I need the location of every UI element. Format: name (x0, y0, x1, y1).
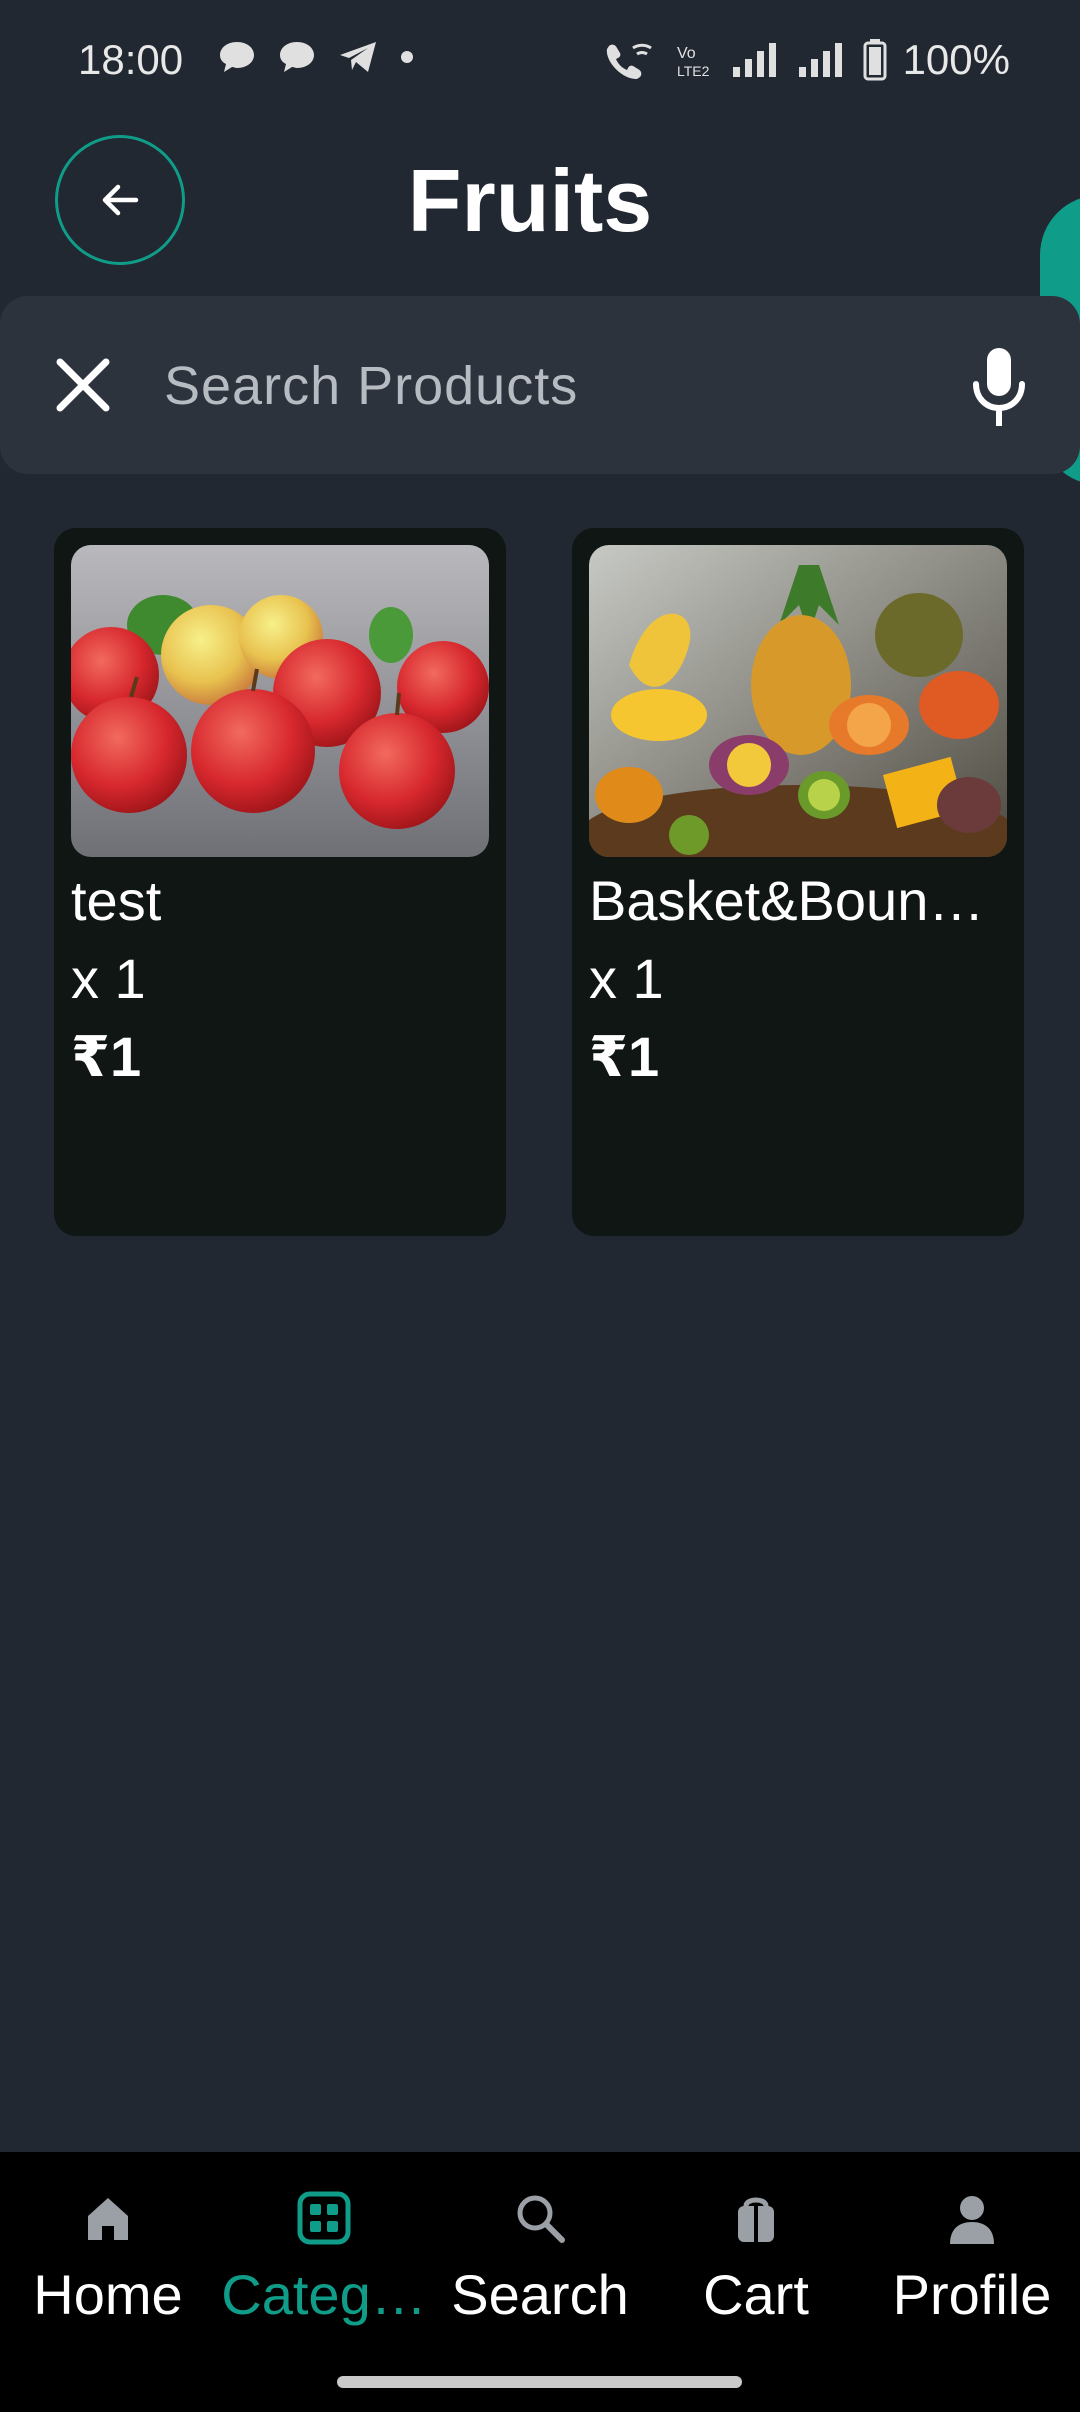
chat-icon (220, 42, 254, 72)
search-input[interactable] (162, 344, 926, 428)
battery-percent: 100% (902, 36, 1010, 83)
nav-label: Categ… (221, 2263, 427, 2326)
product-quantity: x 1 (589, 947, 664, 1010)
notification-icons (218, 40, 414, 74)
signal-icon (798, 43, 842, 77)
nav-label: Home (33, 2263, 183, 2326)
volte-icon: VoLTE2 (677, 45, 710, 79)
search-bar (0, 296, 1080, 474)
product-card[interactable]: Basket&Boun… x 1 ₹1 (572, 528, 1024, 1236)
status-time: 18:00 (78, 36, 184, 83)
product-price: ₹1 (589, 1025, 660, 1088)
product-price: ₹1 (71, 1025, 142, 1088)
home-icon (88, 2198, 128, 2240)
telegram-icon (340, 42, 376, 72)
product-quantity: x 1 (71, 947, 146, 1010)
home-indicator[interactable] (337, 2376, 742, 2388)
page-title: Fruits (407, 151, 653, 250)
product-card[interactable]: test x 1 ₹1 (54, 528, 506, 1236)
product-image-tropical-fruits (589, 545, 1007, 857)
nav-item-search[interactable]: Search (432, 2188, 648, 2327)
nav-label: Search (451, 2263, 629, 2326)
nav-item-profile[interactable]: Profile (864, 2188, 1080, 2327)
nav-item-cart[interactable]: Cart (648, 2188, 864, 2327)
bottom-navigation: Home Categ… Search Cart Profile (0, 2152, 1080, 2412)
battery-icon (863, 39, 887, 81)
nav-item-home[interactable]: Home (0, 2188, 216, 2327)
chat-icon (280, 42, 314, 72)
product-image-apples (71, 545, 489, 857)
nav-label: Profile (892, 2263, 1052, 2326)
search-icon (517, 2195, 565, 2243)
product-grid: test x 1 ₹1 Basket&Boun… x 1 ₹1 (54, 528, 1024, 1236)
svg-text:LTE2: LTE2 (677, 63, 710, 79)
product-name: test (71, 869, 162, 932)
profile-icon (950, 2196, 994, 2244)
product-name: Basket&Boun… (589, 869, 985, 932)
microphone-icon[interactable] (968, 344, 1030, 434)
nav-label: Cart (703, 2263, 809, 2326)
dot-icon (401, 51, 413, 63)
signal-icon (732, 43, 776, 77)
close-icon[interactable] (48, 350, 118, 420)
nav-item-categories[interactable]: Categ… (216, 2188, 432, 2327)
wifi-call-icon (606, 43, 652, 80)
cart-icon (738, 2197, 774, 2242)
svg-text:Vo: Vo (677, 45, 696, 62)
categories-icon (297, 2191, 351, 2245)
status-bar: 18:00 Vo LTE2 100% (0, 0, 1080, 125)
status-right: Vo LTE2 100% (603, 36, 1010, 84)
